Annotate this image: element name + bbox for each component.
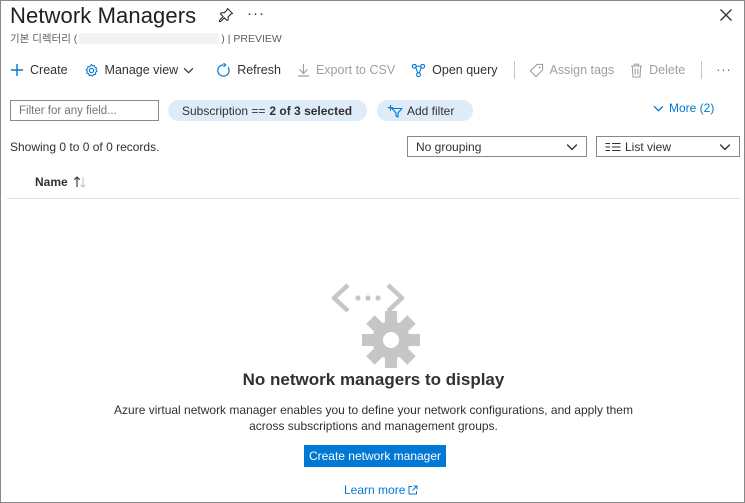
pin-icon[interactable] [218, 7, 234, 23]
toolbar-divider-2 [701, 61, 703, 79]
export-csv-button[interactable]: Export to CSV [297, 63, 395, 77]
toolbar-overflow-button[interactable]: ··· [716, 63, 732, 77]
add-filter-label: Add filter [407, 103, 455, 118]
toolbar-divider [513, 61, 515, 79]
subtitle: 기본 디렉터리 ( ) | PREVIEW [10, 31, 282, 46]
more-filters-button[interactable]: More (2) [653, 101, 714, 115]
query-icon [412, 63, 426, 77]
gear-icon [85, 63, 98, 77]
command-bar: Create Manage view Refresh Export to CSV [10, 59, 745, 81]
view-dropdown-content: List view [605, 140, 671, 154]
delete-label: Delete [649, 63, 686, 77]
create-button[interactable]: Create [10, 63, 68, 77]
chevron-down-icon [183, 67, 194, 74]
manage-view-button[interactable]: Manage view [84, 63, 201, 78]
learn-more-link[interactable]: Learn more [344, 483, 418, 497]
column-header-name-label: Name [35, 175, 68, 189]
redacted-directory-id [79, 33, 220, 44]
table-header-divider [7, 198, 740, 199]
grouping-value: No grouping [416, 139, 482, 154]
view-dropdown[interactable]: List view [596, 136, 740, 157]
delete-button[interactable]: Delete [630, 63, 685, 78]
trash-icon [631, 63, 643, 78]
more-options-icon[interactable]: ··· [247, 5, 265, 22]
assign-tags-label: Assign tags [549, 63, 615, 77]
refresh-icon [217, 62, 230, 77]
grouping-dropdown[interactable]: No grouping [407, 136, 587, 157]
plus-icon [11, 64, 23, 76]
create-network-manager-button[interactable]: Create network manager [304, 445, 446, 467]
export-csv-label: Export to CSV [315, 63, 396, 77]
add-filter-icon [387, 104, 403, 118]
chevron-down-icon [719, 143, 731, 150]
blade-frame: Network Managers ··· 기본 디렉터리 ( ) | PREVI… [0, 0, 745, 503]
open-query-button[interactable]: Open query [411, 63, 498, 78]
subscription-filter-label: Subscription == [182, 103, 266, 118]
filter-input[interactable] [10, 100, 159, 121]
assign-tags-button[interactable]: Assign tags [529, 63, 615, 78]
close-icon[interactable] [718, 7, 734, 23]
chevron-down-icon [653, 105, 664, 112]
records-summary: Showing 0 to 0 of 0 records. [10, 140, 160, 154]
view-value: List view [625, 139, 672, 154]
subtitle-directory: 기본 디렉터리 ( [10, 33, 78, 45]
add-filter-button[interactable]: Add filter [377, 100, 473, 121]
create-label: Create [30, 63, 68, 77]
tag-icon [529, 63, 543, 77]
empty-state-title: No network managers to display [242, 370, 505, 389]
chevron-down-icon [566, 143, 578, 150]
subscription-filter-pill[interactable]: Subscription == 2 of 3 selected [168, 100, 367, 121]
refresh-button[interactable]: Refresh [216, 62, 281, 78]
empty-state-description: Azure virtual network manager enables yo… [114, 403, 633, 433]
page-title: Network Managers [10, 3, 197, 28]
manage-view-label: Manage view [104, 63, 179, 77]
subscription-filter-value: 2 of 3 selected [269, 103, 353, 118]
column-header-name[interactable]: Name [35, 175, 87, 189]
more-filters-label: More (2) [669, 101, 715, 115]
network-manager-illustration-icon [331, 283, 420, 368]
sort-ascending-icon [73, 176, 86, 188]
list-icon [605, 142, 621, 151]
download-icon [297, 64, 309, 77]
external-link-icon [408, 485, 418, 495]
subtitle-preview: ) | PREVIEW [221, 32, 282, 45]
learn-more-label: Learn more [344, 483, 406, 497]
open-query-label: Open query [432, 63, 498, 77]
refresh-label: Refresh [237, 63, 281, 77]
